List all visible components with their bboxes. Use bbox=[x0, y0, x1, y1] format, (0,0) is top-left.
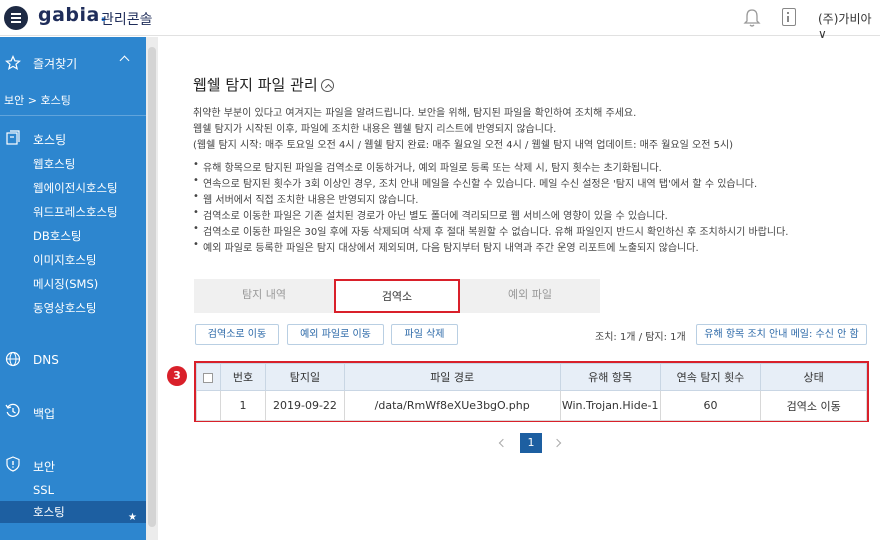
divider bbox=[0, 115, 146, 116]
tab-quarantine[interactable]: 검역소 bbox=[334, 279, 460, 313]
notice-item: 검역소로 이동한 파일은 기존 설치된 경로가 아닌 별도 폴더에 격리되므로 … bbox=[193, 207, 668, 222]
notice-item: 유해 항목으로 탐지된 파일을 검역소로 이동하거나, 예외 파일로 등록 또는… bbox=[193, 159, 662, 174]
shield-icon bbox=[6, 456, 20, 472]
column-header: 번호 bbox=[219, 363, 267, 391]
detection-date: 2019-09-22 bbox=[265, 390, 345, 421]
page-number-current[interactable]: 1 bbox=[520, 433, 542, 453]
history-icon bbox=[5, 403, 20, 417]
sidebar-item-agency-hosting[interactable]: 웹에이전시호스팅 bbox=[33, 180, 118, 196]
column-header: 파일 경로 bbox=[343, 363, 561, 391]
notice-text: 웹 서버에서 직접 조치한 내용은 반영되지 않습니다. bbox=[203, 195, 419, 206]
notice-icon[interactable] bbox=[782, 8, 796, 26]
globe-icon bbox=[5, 351, 21, 367]
sidebar-item-wordpress-hosting[interactable]: 워드프레스호스팅 bbox=[33, 204, 118, 220]
next-page-icon[interactable] bbox=[552, 438, 562, 448]
step-badge: 3 bbox=[167, 366, 187, 386]
gabia-logo[interactable]: gabia. bbox=[38, 4, 108, 26]
sidebar-item-web-hosting[interactable]: 웹호스팅 bbox=[33, 156, 75, 172]
sidebar-group-security[interactable]: 보안 bbox=[33, 458, 55, 475]
sidebar: 즐겨찾기 보안 > 호스팅 호스팅 웹호스팅 웹에이전시호스팅 워드프레스호스팅… bbox=[0, 37, 146, 540]
threat-name: Win.Trojan.Hide-1 bbox=[559, 390, 661, 421]
notice-item: 연속으로 탐지된 횟수가 3회 이상인 경우, 조치 안내 메일을 수신할 수 … bbox=[193, 175, 757, 190]
mail-setting-button[interactable]: 유해 항목 조치 안내 메일: 수신 안 함 bbox=[696, 324, 867, 345]
page-title: 웹쉘 탐지 파일 관리 bbox=[193, 76, 318, 94]
collapse-icon[interactable] bbox=[321, 79, 334, 92]
table-header-row: 번호 탐지일 파일 경로 유해 항목 연속 탐지 횟수 상태 bbox=[196, 363, 867, 391]
action-counts: 조치: 1개 / 탐지: 1개 bbox=[595, 332, 686, 343]
select-all-checkbox[interactable] bbox=[203, 372, 214, 383]
file-path: /data/RmWf8eXUe3bgO.php bbox=[343, 390, 561, 421]
star-icon bbox=[5, 55, 21, 71]
select-all-cell bbox=[196, 363, 221, 391]
notice-text: 유해 항목으로 탐지된 파일을 검역소로 이동하거나, 예외 파일로 등록 또는… bbox=[203, 163, 662, 174]
intro-line: 취약한 부분이 있다고 여겨지는 파일을 알려드립니다. 보안을 위해, 탐지된… bbox=[193, 108, 637, 119]
logo-text: gabia bbox=[38, 4, 100, 26]
sidebar-item-video-hosting[interactable]: 동영상호스팅 bbox=[33, 300, 96, 316]
notice-text: 예외 파일로 등록한 파일은 탐지 대상에서 제외되며, 다음 탐지부터 탐지 … bbox=[203, 243, 699, 254]
column-header: 상태 bbox=[760, 363, 867, 391]
sidebar-item-db-hosting[interactable]: DB호스팅 bbox=[33, 228, 81, 244]
favorites-header[interactable]: 즐겨찾기 bbox=[0, 51, 146, 75]
notice-item: 검역소로 이동한 파일은 30일 후에 자동 삭제되며 삭제 후 절대 복원할 … bbox=[193, 223, 788, 238]
sidebar-group-dns[interactable]: DNS bbox=[33, 353, 59, 367]
consecutive-detections: 60 bbox=[659, 390, 762, 421]
sidebar-item-sms[interactable]: 메시징(SMS) bbox=[33, 276, 98, 292]
move-to-quarantine-button[interactable]: 검역소로 이동 bbox=[195, 324, 279, 345]
notice-item: 웹 서버에서 직접 조치한 내용은 반영되지 않습니다. bbox=[193, 191, 418, 206]
sidebar-item-label: 호스팅 bbox=[33, 505, 65, 519]
delete-file-button[interactable]: 파일 삭제 bbox=[391, 324, 458, 345]
sidebar-item-security-hosting[interactable]: 호스팅 ★ bbox=[0, 501, 146, 523]
hosting-icon bbox=[6, 130, 20, 145]
chevron-up-icon[interactable] bbox=[119, 55, 130, 66]
quarantine-table: 번호 탐지일 파일 경로 유해 항목 연속 탐지 횟수 상태 1 2019-09… bbox=[194, 361, 869, 422]
column-header: 연속 탐지 횟수 bbox=[659, 363, 762, 391]
intro-line: (웹쉘 탐지 시작: 매주 토요일 오전 4시 / 웹쉘 탐지 완료: 매주 월… bbox=[193, 140, 734, 151]
menu-icon[interactable] bbox=[4, 6, 28, 30]
sidebar-group-hosting[interactable]: 호스팅 bbox=[33, 131, 66, 148]
bell-icon[interactable] bbox=[743, 8, 761, 28]
notice-text: 검역소로 이동한 파일은 30일 후에 자동 삭제되며 삭제 후 절대 복원할 … bbox=[203, 227, 789, 238]
status: 검역소 이동 bbox=[760, 390, 867, 421]
column-header: 유해 항목 bbox=[559, 363, 661, 391]
prev-page-icon[interactable] bbox=[498, 438, 508, 448]
row-select-cell bbox=[196, 390, 221, 421]
tab-detection-history[interactable]: 탐지 내역 bbox=[194, 279, 334, 313]
column-header: 탐지일 bbox=[265, 363, 345, 391]
sidebar-scrollbar[interactable] bbox=[146, 37, 158, 540]
notice-text: 연속으로 탐지된 횟수가 3회 이상인 경우, 조치 안내 메일을 수신할 수 … bbox=[203, 179, 758, 190]
main-content: 웹쉘 탐지 파일 관리 취약한 부분이 있다고 여겨지는 파일을 알려드립니다.… bbox=[158, 37, 880, 540]
favorites-label: 즐겨찾기 bbox=[33, 57, 78, 71]
sidebar-item-ssl[interactable]: SSL bbox=[33, 483, 54, 497]
tab-exception-files[interactable]: 예외 파일 bbox=[460, 279, 600, 313]
notice-text: 검역소로 이동한 파일은 기존 설치된 경로가 아닌 별도 폴더에 격리되므로 … bbox=[203, 211, 668, 222]
sidebar-group-backup[interactable]: 백업 bbox=[33, 405, 55, 422]
table-row[interactable]: 1 2019-09-22 /data/RmWf8eXUe3bgO.php Win… bbox=[196, 390, 867, 421]
favorite-item-security-hosting[interactable]: 보안 > 호스팅 bbox=[4, 92, 71, 108]
top-bar: gabia. 관리콘솔 (주)가비아 ∨ bbox=[0, 0, 880, 41]
sidebar-item-image-hosting[interactable]: 이미지호스팅 bbox=[33, 252, 96, 268]
notice-item: 예외 파일로 등록한 파일은 탐지 대상에서 제외되며, 다음 탐지부터 탐지 … bbox=[193, 239, 699, 254]
intro-line: 웹쉘 탐지가 시작된 이후, 파일에 조치한 내용은 웹쉘 탐지 리스트에 반영… bbox=[193, 124, 557, 135]
scrollbar-thumb[interactable] bbox=[148, 47, 156, 527]
favorite-star-icon[interactable]: ★ bbox=[128, 507, 137, 529]
console-title: 관리콘솔 bbox=[101, 12, 153, 28]
row-number: 1 bbox=[219, 390, 267, 421]
move-to-exception-button[interactable]: 예외 파일로 이동 bbox=[287, 324, 384, 345]
